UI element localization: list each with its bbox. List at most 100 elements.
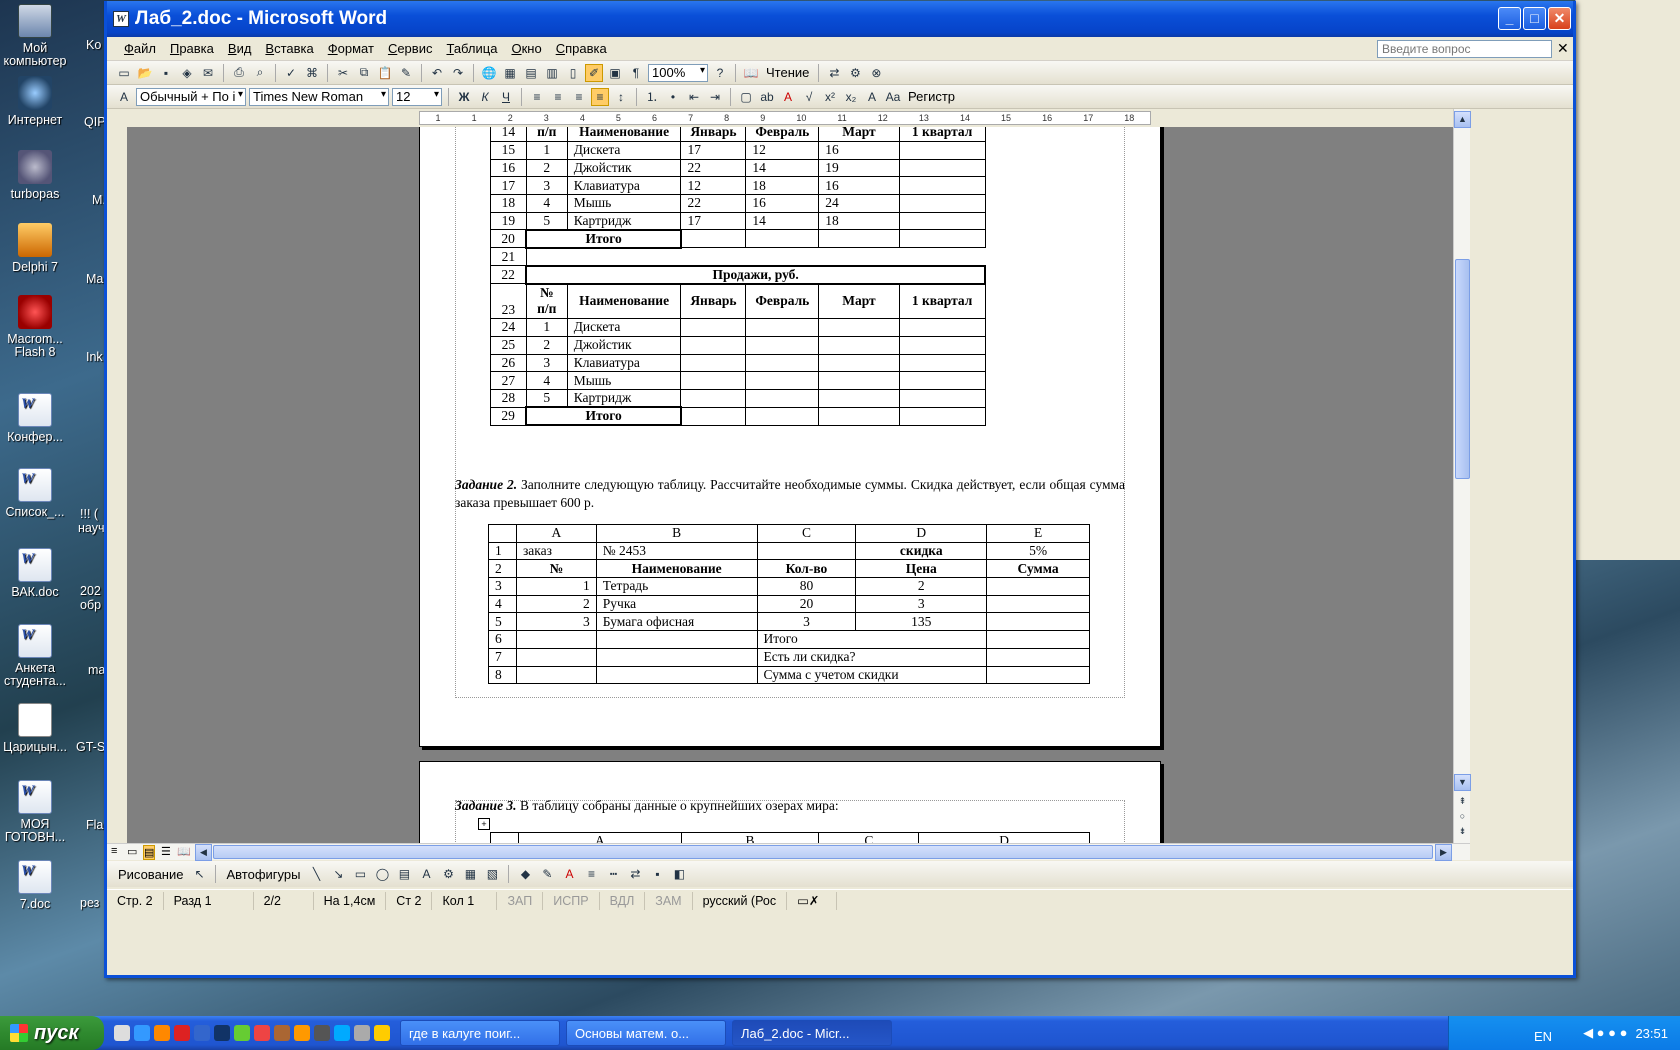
books-icon[interactable] [274, 1025, 290, 1041]
3d-icon[interactable]: ◧ [670, 865, 688, 883]
desktop-icon-doc[interactable]: ВАК.doc [0, 548, 75, 599]
desktop-icon-doc[interactable]: МОЯ ГОТОВН... [0, 780, 75, 844]
line-spacing-icon[interactable]: ↕ [612, 88, 630, 106]
draw-font-color-icon[interactable]: A [560, 865, 578, 883]
page-2[interactable]: Задание 3. В таблицу собраны данные о кр… [419, 761, 1161, 843]
format-painter-icon[interactable]: ✎ [397, 64, 415, 82]
research-icon[interactable]: ⌘ [303, 64, 321, 82]
diagram-icon[interactable]: ⚙ [439, 865, 457, 883]
textbox-icon[interactable]: ▤ [395, 865, 413, 883]
save-icon[interactable]: ▪ [157, 64, 175, 82]
font-select[interactable]: Times New Roman [249, 87, 389, 106]
print-icon[interactable]: ⎙ [230, 64, 248, 82]
page-1[interactable]: 14 п/п Наименование Январь Февраль Март … [419, 127, 1161, 747]
bullets-icon[interactable]: • [664, 88, 682, 106]
task-word[interactable]: Лаб_2.doc - Micr... [732, 1020, 892, 1046]
start-button[interactable]: пуск [0, 1016, 104, 1050]
borders-icon[interactable]: ▢ [737, 88, 755, 106]
underline-icon[interactable]: Ч [497, 88, 515, 106]
status-trk[interactable]: ИСПР [543, 891, 600, 910]
change-case-icon[interactable]: Aa [884, 88, 902, 106]
line-color-icon[interactable]: ✎ [538, 865, 556, 883]
read-icon[interactable]: 📖 [742, 64, 760, 82]
align-left-icon[interactable]: ≡ [528, 88, 546, 106]
task-3-paragraph[interactable]: Задание 3. В таблицу собраны данные о кр… [455, 797, 1125, 815]
desktop-icon-flash[interactable]: Macrom... Flash 8 [0, 295, 75, 359]
skype-icon[interactable] [334, 1025, 350, 1041]
help-icon[interactable]: ? [711, 64, 729, 82]
status-ext[interactable]: ВДЛ [600, 891, 646, 910]
insert-excel-icon[interactable]: ▥ [543, 64, 561, 82]
scroll-down-icon[interactable]: ▼ [1454, 774, 1471, 791]
table-move-handle-icon[interactable]: + [478, 818, 490, 830]
desktop-icon-turbopas[interactable]: turbopas [0, 150, 75, 201]
desktop-icon-doc[interactable]: 7.doc [0, 860, 75, 911]
desktop-icon-my-computer[interactable]: Мой компьютер [0, 4, 75, 68]
compare-icon[interactable]: ⇄ [825, 64, 843, 82]
desktop-icon-internet[interactable]: Интернет [0, 76, 75, 127]
close-doc-icon[interactable]: ✕ [1557, 40, 1569, 57]
fill-color-icon[interactable]: ◆ [516, 865, 534, 883]
menu-view[interactable]: Вид [221, 41, 259, 56]
word-window[interactable]: W Лаб_2.doc - Microsoft Word _ □ ✕ Файл … [104, 1, 1576, 978]
utorrent-icon[interactable] [234, 1025, 250, 1041]
highlight-icon[interactable]: ab [758, 88, 776, 106]
spelling-status-icon[interactable]: ▭✗ [787, 891, 838, 910]
title-bar[interactable]: W Лаб_2.doc - Microsoft Word _ □ ✕ [107, 1, 1573, 37]
sales-table[interactable]: 14 п/п Наименование Январь Февраль Март … [490, 127, 986, 427]
maximize-button[interactable]: □ [1523, 7, 1546, 30]
cut-icon[interactable]: ✂ [334, 64, 352, 82]
horizontal-scrollbar[interactable]: ≡ ▭ ▤ ☰ 📖 ◀ ▶ [107, 843, 1470, 861]
next-page-icon[interactable]: ⇟ [1454, 824, 1471, 841]
reading-view-icon[interactable]: 📖 [177, 845, 191, 858]
drawing-icon[interactable]: ✐ [585, 63, 603, 82]
show-hide-icon[interactable]: ¶ [627, 64, 645, 82]
subscript-icon[interactable]: x₂ [842, 88, 860, 106]
styles-icon[interactable]: A [115, 88, 133, 106]
clipart-icon[interactable]: ▦ [461, 865, 479, 883]
equation-icon[interactable]: √ [800, 88, 818, 106]
menu-tools[interactable]: Сервис [381, 41, 440, 56]
desktop-icon-txt[interactable]: Царицын... [0, 703, 75, 754]
copy-icon[interactable]: ⧉ [355, 64, 373, 82]
vertical-scrollbar[interactable]: ▲ ▼ ⇞ ○ ⇟ [1453, 109, 1471, 843]
wordart-icon[interactable]: A [417, 865, 435, 883]
show-desktop-icon[interactable] [114, 1025, 130, 1041]
close-button[interactable]: ✕ [1548, 7, 1571, 30]
font-color-icon[interactable]: A [779, 88, 797, 106]
email-icon[interactable]: ✉ [199, 64, 217, 82]
line-icon[interactable]: ╲ [307, 865, 325, 883]
bold-icon[interactable]: Ж [455, 88, 473, 106]
columns-icon[interactable]: ▯ [564, 64, 582, 82]
media-icon[interactable] [314, 1025, 330, 1041]
tray-icons[interactable]: ◀ ● ● ● [1583, 1025, 1627, 1041]
normal-view-icon[interactable]: ≡ [111, 845, 117, 857]
status-rec[interactable]: ЗАП [497, 891, 544, 910]
desktop-icon-doc[interactable]: Конфер... [0, 393, 75, 444]
document-area[interactable]: 14 п/п Наименование Январь Февраль Март … [127, 127, 1453, 843]
desktop-icon-doc[interactable]: Список_... [0, 468, 75, 519]
superscript-icon[interactable]: x² [821, 88, 839, 106]
opera-icon[interactable] [174, 1025, 190, 1041]
arrow-icon[interactable]: ↘ [329, 865, 347, 883]
task-2-paragraph[interactable]: Задание 2. Заполните следующую таблицу. … [455, 476, 1125, 512]
photoshop-icon[interactable] [214, 1025, 230, 1041]
lakes-table[interactable]: ABCD [490, 832, 1090, 843]
print-layout-icon[interactable]: ▤ [143, 845, 156, 860]
firefox-icon[interactable] [154, 1025, 170, 1041]
style-select[interactable]: Обычный + По і [136, 87, 246, 106]
autoshapes-button[interactable]: Автофигуры [223, 867, 303, 882]
paste-icon[interactable]: 📋 [376, 64, 394, 82]
zoom-select[interactable]: 100% [648, 63, 708, 82]
undo-icon[interactable]: ↶ [428, 64, 446, 82]
sound-icon[interactable] [354, 1025, 370, 1041]
desktop-icon-doc[interactable]: Анкета студента... [0, 624, 75, 688]
scroll-up-icon[interactable]: ▲ [1454, 111, 1471, 128]
draw-menu-button[interactable]: Рисование [115, 867, 186, 882]
clock[interactable]: 23:51 [1635, 1026, 1668, 1041]
status-ovr[interactable]: ЗАМ [645, 891, 693, 910]
scroll-thumb[interactable] [1455, 259, 1470, 479]
menu-insert[interactable]: Вставка [258, 41, 320, 56]
shadow-icon[interactable]: ▪ [648, 865, 666, 883]
print-preview-icon[interactable]: ⌕ [251, 64, 269, 82]
